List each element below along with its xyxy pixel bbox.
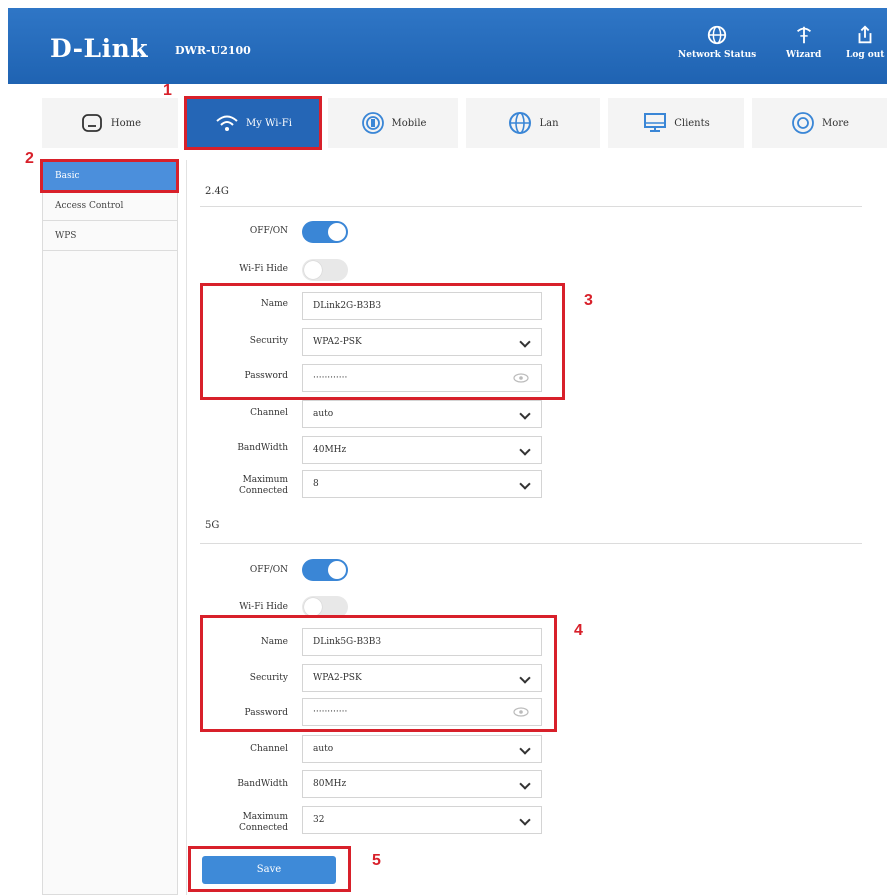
band-24-divider [200,206,862,207]
annotation-number-3: 3 [584,292,593,309]
annotation-number-5: 5 [372,852,381,869]
network-status-button[interactable]: Network Status [678,24,756,60]
band-5-title: 5G [205,520,220,531]
band-5-max-label: Maximum Connected [206,812,288,834]
band-5-channel-label: Channel [250,744,288,754]
band-24-switch-label: OFF/ON [249,226,288,236]
band-24-bandwidth-select[interactable]: 40MHz [302,436,542,464]
globe-icon [707,25,727,45]
nav-lan-label: Lan [539,117,559,129]
wand-icon [796,26,811,44]
band-24-max-label-line2: Connected [239,486,288,496]
band-5-bandwidth-label: BandWidth [237,779,288,789]
annotation-number-4: 4 [574,622,583,639]
annotation-number-2: 2 [25,150,34,167]
toggle-knob [304,598,322,616]
toggle-knob [304,261,322,279]
band-24-channel-select[interactable]: auto [302,400,542,428]
home-icon [82,114,102,132]
band-5-switch[interactable] [302,559,348,581]
band-24-max-select[interactable]: 8 [302,470,542,498]
band-24-channel-label: Channel [250,408,288,418]
band-5-max-label-line2: Connected [239,823,288,833]
annotation-box-1 [184,96,322,150]
toggle-knob [328,561,346,579]
mobile-icon [361,112,384,134]
annotation-number-1: 1 [163,82,172,99]
band-24-max-label: Maximum Connected [206,475,288,497]
logout-button[interactable]: Log out [846,24,884,60]
toggle-knob [328,223,346,241]
monitor-icon [644,113,667,132]
top-header: D-Link DWR-U2100 Network Status Wizard L… [8,8,887,84]
nav-more[interactable]: More [752,98,887,148]
band-24-hide-label: Wi-Fi Hide [239,264,288,274]
wizard-label: Wizard [786,50,822,60]
band-5-divider [200,543,862,544]
nav-home[interactable]: Home [42,98,178,148]
wizard-button[interactable]: Wizard [786,24,821,60]
sidebar-item-wps[interactable]: WPS [43,221,177,251]
sidebar: Basic Access Control WPS [42,160,178,895]
band-5-switch-label: OFF/ON [249,565,288,575]
annotation-box-3 [200,283,565,400]
band-5-max-label-line1: Maximum [242,812,288,822]
model-name: DWR-U2100 [175,44,251,57]
logout-icon [858,25,872,44]
band-24-bandwidth-label: BandWidth [237,443,288,453]
dlink-logo: D-Link [50,34,149,63]
nav-clients-label: Clients [674,117,710,129]
logout-label: Log out [846,50,885,60]
band-5-channel-select[interactable]: auto [302,735,542,763]
band-5-hide-label: Wi-Fi Hide [239,602,288,612]
lan-globe-icon [509,112,532,134]
annotation-box-5 [188,846,351,892]
more-icon [792,112,814,134]
band-5-bandwidth-select[interactable]: 80MHz [302,770,542,798]
sidebar-item-access-control[interactable]: Access Control [43,191,177,221]
band-5-max-select[interactable]: 32 [302,806,542,834]
annotation-box-4 [200,615,557,732]
band-24-title: 2.4G [205,186,229,197]
nav-home-label: Home [110,117,142,129]
band-24-switch[interactable] [302,221,348,243]
network-status-label: Network Status [678,50,757,60]
nav-more-label: More [822,117,849,129]
band-24-max-label-line1: Maximum [242,475,288,485]
band-24-hide-switch[interactable] [302,259,348,281]
nav-mobile[interactable]: Mobile [328,98,458,148]
nav-clients[interactable]: Clients [608,98,744,148]
nav-lan[interactable]: Lan [466,98,600,148]
nav-mobile-label: Mobile [391,117,427,129]
annotation-box-2 [40,159,179,193]
